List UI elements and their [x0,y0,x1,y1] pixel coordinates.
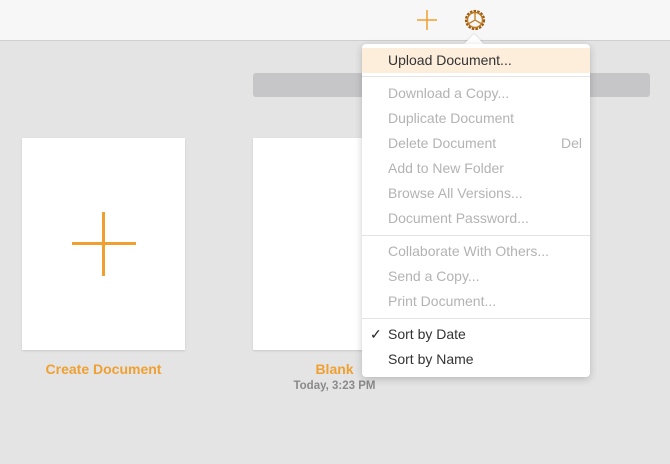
menu-item-delete[interactable]: Delete Document Del [362,131,590,156]
menu-item-label: Upload Document... [388,52,512,68]
settings-button[interactable] [461,6,489,34]
menu-item-add-folder[interactable]: Add to New Folder [362,156,590,181]
menu-item-label: Sort by Name [388,351,474,367]
menu-item-label: Browse All Versions... [388,185,523,201]
toolbar [0,0,670,41]
menu-item-label: Document Password... [388,210,529,226]
document-date: Today, 3:23 PM [293,380,376,392]
menu-item-label: Add to New Folder [388,160,504,176]
menu-separator [362,76,590,77]
menu-item-label: Delete Document [388,135,497,151]
menu-separator [362,318,590,319]
shortcut-label: Del [560,135,582,151]
menu-item-label: Duplicate Document [388,110,515,126]
menu-item-password[interactable]: Document Password... [362,206,590,231]
create-document-card[interactable] [22,138,185,350]
menu-item-sort-date[interactable]: ✓ Sort by Date [362,322,590,347]
menu-item-label: Collaborate With Others... [388,243,550,259]
create-document-label[interactable]: Create Document [22,361,185,377]
menu-item-sort-name[interactable]: Sort by Name [362,347,590,372]
plus-icon [417,10,437,30]
menu-item-label: Sort by Date [388,326,466,342]
menu-item-download[interactable]: Download a Copy... [362,81,590,106]
menu-item-upload[interactable]: Upload Document... [362,48,590,73]
menu-item-send[interactable]: Send a Copy... [362,264,590,289]
menu-separator [362,235,590,236]
add-button[interactable] [413,6,441,34]
menu-item-duplicate[interactable]: Duplicate Document [362,106,590,131]
menu-item-label: Download a Copy... [388,85,510,101]
checkmark-icon: ✓ [370,326,382,342]
gear-icon [464,9,486,31]
menu-item-versions[interactable]: Browse All Versions... [362,181,590,206]
menu-item-label: Print Document... [388,293,497,309]
settings-menu: Upload Document... Download a Copy... Du… [362,44,590,377]
menu-item-print[interactable]: Print Document... [362,289,590,314]
menu-item-label: Send a Copy... [388,268,480,284]
menu-item-collaborate[interactable]: Collaborate With Others... [362,239,590,264]
